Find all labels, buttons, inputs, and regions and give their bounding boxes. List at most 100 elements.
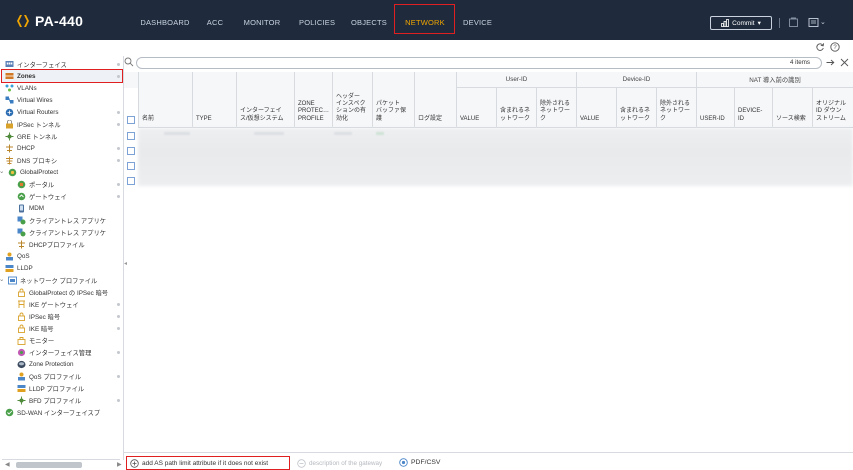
column-header-type[interactable]: TYPE xyxy=(192,72,236,128)
zones-table: User-ID Device-ID NAT 導入前の識別 名前 TYPE インタ… xyxy=(124,72,853,452)
sidebar-item-zones[interactable]: Zones xyxy=(5,70,36,82)
sidebar-item-virtual-routers[interactable]: Virtual Routers xyxy=(5,106,59,118)
column-header-nat-device-id[interactable]: DEVICE- ID xyxy=(734,88,772,128)
search-input[interactable] xyxy=(136,57,822,69)
sidebar-item-virtual-wires[interactable]: Virtual Wires xyxy=(5,94,53,106)
sidebar-item-ipsec-tunnels[interactable]: IPSec トンネル xyxy=(5,118,61,130)
sidebar-item-label: QoS プロファイル xyxy=(29,373,82,381)
sidebar-item-vlans[interactable]: VLANs xyxy=(5,82,37,94)
row-checkbox[interactable] xyxy=(127,132,135,140)
clientless-app-group-icon xyxy=(17,228,26,237)
items-count: 4 items xyxy=(790,59,810,66)
column-header-label: ZONE xyxy=(298,101,315,108)
table-row[interactable] xyxy=(124,130,853,142)
column-header-zone-protection[interactable]: ZONE PROTEC… PROFILE xyxy=(294,72,332,128)
sidebar-item-label: クライアントレス アプリケ xyxy=(29,217,107,225)
sidebar-item-qos[interactable]: QoS xyxy=(5,250,30,262)
sidebar-item-network-profiles[interactable]: ⌄ ネットワーク プロファイル xyxy=(0,274,97,286)
tab-acc[interactable]: ACC xyxy=(205,16,225,30)
column-header-device-value[interactable]: VALUE xyxy=(576,88,616,128)
sidebar-item-dhcp[interactable]: DHCP xyxy=(5,142,35,154)
row-checkbox[interactable] xyxy=(127,147,135,155)
sidebar-item-marker xyxy=(117,123,120,126)
scroll-left-icon[interactable]: ◀ xyxy=(5,461,10,468)
config-menu-icon[interactable] xyxy=(808,17,819,28)
table-row[interactable] xyxy=(124,175,853,187)
column-header-device-exclude-networks[interactable]: 除外される ネットワー ク xyxy=(656,88,696,128)
add-button[interactable]: add AS path limit attribute if it does n… xyxy=(126,456,290,470)
sidebar-item-gp-clientless-app-groups[interactable]: クライアントレス アプリケ xyxy=(17,226,106,238)
delete-button[interactable]: description of the gateway xyxy=(297,459,382,468)
column-header-user-include-networks[interactable]: 含まれるネ ットワーク xyxy=(496,88,536,128)
pdf-csv-button[interactable]: PDF/CSV xyxy=(399,458,440,467)
sidebar-item-dhcp-profiles[interactable]: DHCPプロファイル xyxy=(17,238,85,250)
sidebar-item-ike-gateways[interactable]: IKE ゲートウェイ xyxy=(17,298,79,310)
scrollbar-thumb[interactable] xyxy=(16,462,82,468)
tab-monitor[interactable]: MONITOR xyxy=(243,16,281,30)
clear-filter-icon[interactable] xyxy=(840,58,849,67)
tab-policies[interactable]: POLICIES xyxy=(299,16,335,30)
column-header-nat-source-lookup[interactable]: ソース検索 xyxy=(772,88,812,128)
sidebar-item-marker xyxy=(117,75,120,78)
table-action-bar: add AS path limit attribute if it does n… xyxy=(124,452,853,470)
column-header-user-value[interactable]: VALUE xyxy=(456,88,496,128)
sidebar-item-gp-mdm[interactable]: MDM xyxy=(17,202,44,214)
sidebar-item-bfd-profile[interactable]: BFD プロファイル xyxy=(17,394,81,406)
help-icon[interactable]: ? xyxy=(830,42,840,52)
apply-filter-icon[interactable] xyxy=(826,58,835,67)
sidebar-item-marker xyxy=(117,183,120,186)
sidebar-horizontal-scrollbar[interactable]: ◀ ▶ xyxy=(2,459,122,468)
config-lock-icon[interactable] xyxy=(788,17,799,28)
commit-button[interactable]: Commit ▾ xyxy=(710,16,772,30)
sidebar-item-qos-profile[interactable]: QoS プロファイル xyxy=(17,370,81,382)
column-header-label: インターフェイ xyxy=(240,108,282,115)
row-checkbox[interactable] xyxy=(127,162,135,170)
sidebar-item-gp-ipsec-crypto[interactable]: GlobalProtect の IPSec 暗号 xyxy=(17,286,108,298)
column-header-user-exclude-networks[interactable]: 除外される ネットワー ク xyxy=(536,88,576,128)
sidebar-item-gp-portals[interactable]: ポータル xyxy=(17,178,54,190)
tab-dashboard[interactable]: DASHBOARD xyxy=(140,16,190,30)
refresh-icon[interactable] xyxy=(815,42,825,52)
column-header-nat-downstream[interactable]: オリジナル ID ダウン ストリーム xyxy=(812,88,853,128)
column-header-device-include-networks[interactable]: 含まれるネ ットワーク xyxy=(616,88,656,128)
sidebar-item-interface-mgmt[interactable]: インターフェイス管理 xyxy=(17,346,91,358)
table-row[interactable] xyxy=(124,145,853,157)
sidebar-item-marker xyxy=(117,351,120,354)
sidebar-item-gp-gateways[interactable]: ゲートウェイ xyxy=(17,190,67,202)
column-header-label: ットワーク xyxy=(620,115,651,122)
select-all-checkbox[interactable] xyxy=(127,116,135,124)
sidebar-item-dns-proxy[interactable]: DNS プロキシ xyxy=(5,154,57,166)
sidebar-item-zone-protection[interactable]: Zone Protection xyxy=(17,358,73,370)
sidebar-item-sdwan-interface[interactable]: SD-WAN インターフェイスプ xyxy=(5,406,100,418)
config-chevron-icon[interactable]: ⌄ xyxy=(820,18,826,26)
expand-caret-icon[interactable]: ⌄ xyxy=(0,167,4,175)
sidebar-item-lldp-profile[interactable]: LLDP プロファイル xyxy=(17,382,84,394)
sidebar-item-gp-clientless-apps[interactable]: クライアントレス アプリケ xyxy=(17,214,106,226)
expand-caret-icon[interactable]: ⌄ xyxy=(0,275,4,283)
column-header-interfaces[interactable]: インターフェイ ス/仮想システム xyxy=(236,72,294,128)
group-header-nat-identification: NAT 導入前の識別 xyxy=(696,72,853,88)
sidebar-item-interfaces[interactable]: インターフェイス xyxy=(5,58,67,70)
column-header-packet-buffer[interactable]: パケット バッファ保 護 xyxy=(372,72,414,128)
sidebar-item-ike-crypto[interactable]: IKE 暗号 xyxy=(17,322,54,334)
column-header-label: ソース検索 xyxy=(776,115,806,122)
sidebar-item-monitor[interactable]: モニター xyxy=(17,334,54,346)
sidebar-item-ipsec-crypto[interactable]: IPSec 暗号 xyxy=(17,310,60,322)
table-row[interactable] xyxy=(124,160,853,172)
qos-icon xyxy=(5,252,14,261)
column-header-nat-user-id[interactable]: USER-ID xyxy=(696,88,734,128)
sidebar-item-lldp[interactable]: LLDP xyxy=(5,262,33,274)
column-header-label: ネットワー xyxy=(540,108,571,115)
sdwan-interface-icon xyxy=(5,408,14,417)
scroll-right-icon[interactable]: ▶ xyxy=(117,461,122,468)
column-header-header-inspection[interactable]: ヘッダー インスペク ションの有 効化 xyxy=(332,72,372,128)
tab-device[interactable]: DEVICE xyxy=(463,16,492,30)
tab-objects[interactable]: OBJECTS xyxy=(351,16,387,30)
sidebar-item-label: ゲートウェイ xyxy=(29,193,67,201)
column-header-name[interactable]: 名前 xyxy=(138,72,192,128)
sidebar-item-globalprotect[interactable]: ⌄ GlobalProtect xyxy=(0,166,58,178)
sidebar-item-gre-tunnels[interactable]: GRE トンネル xyxy=(5,130,57,142)
column-header-log-setting[interactable]: ログ設定 xyxy=(414,72,456,128)
lldp-profile-icon xyxy=(17,384,26,393)
row-checkbox[interactable] xyxy=(127,177,135,185)
